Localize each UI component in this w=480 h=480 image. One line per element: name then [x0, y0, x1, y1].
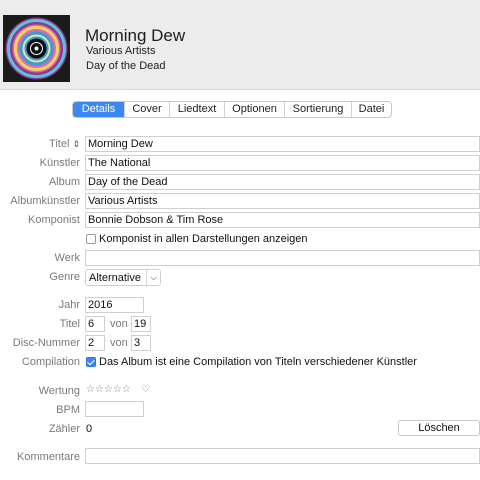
- tab-details[interactable]: Details: [73, 102, 125, 117]
- album-field[interactable]: Day of the Dead: [85, 174, 480, 190]
- bpm-field[interactable]: [85, 401, 144, 417]
- reset-plays-button[interactable]: Löschen: [398, 420, 480, 436]
- composer-label: Komponist: [28, 214, 80, 226]
- album-label: Album: [48, 176, 80, 188]
- composer-show-all-label: Komponist in allen Darstellungen anzeige…: [99, 233, 308, 245]
- tab-file[interactable]: Datei: [352, 102, 391, 117]
- artist-field[interactable]: The National: [85, 155, 480, 171]
- album-artist-label: Albumkünstler: [10, 195, 80, 207]
- compilation-checkbox[interactable]: [86, 357, 96, 367]
- sort-updown-icon[interactable]: ⇕: [72, 139, 80, 149]
- plays-label: Zähler: [48, 423, 80, 435]
- artist-label: Künstler: [39, 157, 80, 169]
- genre-select[interactable]: Alternative ⌵: [85, 269, 161, 286]
- track-number-field[interactable]: 6: [85, 316, 105, 332]
- heart-outline-icon[interactable]: ♡: [141, 384, 150, 395]
- comments-label: Kommentare: [17, 451, 80, 463]
- compilation-label: Compilation: [21, 356, 80, 368]
- track-of-label: von: [110, 318, 128, 330]
- disc-total-field[interactable]: 3: [131, 335, 151, 351]
- composer-show-all-checkbox[interactable]: [86, 234, 96, 244]
- disc-of-label: von: [110, 337, 128, 349]
- composer-field[interactable]: Bonnie Dobson & Tim Rose: [85, 212, 480, 228]
- tab-options[interactable]: Optionen: [225, 102, 285, 117]
- year-label: Jahr: [58, 299, 80, 311]
- header-album: Day of the Dead: [86, 60, 166, 72]
- work-field[interactable]: [85, 250, 480, 266]
- header: Morning Dew Various Artists Day of the D…: [0, 0, 480, 90]
- album-artwork[interactable]: [3, 15, 70, 82]
- tab-sorting[interactable]: Sortierung: [285, 102, 352, 117]
- comments-field[interactable]: [85, 448, 480, 464]
- rating-label: Wertung: [38, 385, 80, 397]
- star-outline-icon[interactable]: ☆☆☆☆☆: [86, 384, 131, 395]
- track-label: Titel: [59, 318, 80, 330]
- genre-value: Alternative: [89, 272, 141, 284]
- header-title: Morning Dew: [85, 26, 186, 45]
- bpm-label: BPM: [56, 404, 80, 416]
- album-artist-field[interactable]: Various Artists: [85, 193, 480, 209]
- genre-label: Genre: [49, 271, 80, 283]
- play-count-value: 0: [86, 423, 93, 435]
- chevron-down-icon: ⌵: [146, 270, 160, 285]
- title-field[interactable]: Morning Dew: [85, 136, 480, 152]
- compilation-checkbox-label: Das Album ist eine Compilation von Titel…: [99, 356, 417, 368]
- year-field[interactable]: 2016: [85, 297, 144, 313]
- tab-cover[interactable]: Cover: [125, 102, 170, 117]
- disc-number-field[interactable]: 2: [85, 335, 105, 351]
- header-artist: Various Artists: [86, 45, 156, 57]
- work-label: Werk: [54, 252, 80, 264]
- title-label: Titel ⇕: [49, 138, 80, 150]
- tab-bar: Details Cover Liedtext Optionen Sortieru…: [72, 101, 392, 118]
- tab-lyrics[interactable]: Liedtext: [170, 102, 225, 117]
- track-total-field[interactable]: 19: [131, 316, 151, 332]
- disc-label: Disc-Nummer: [12, 337, 80, 349]
